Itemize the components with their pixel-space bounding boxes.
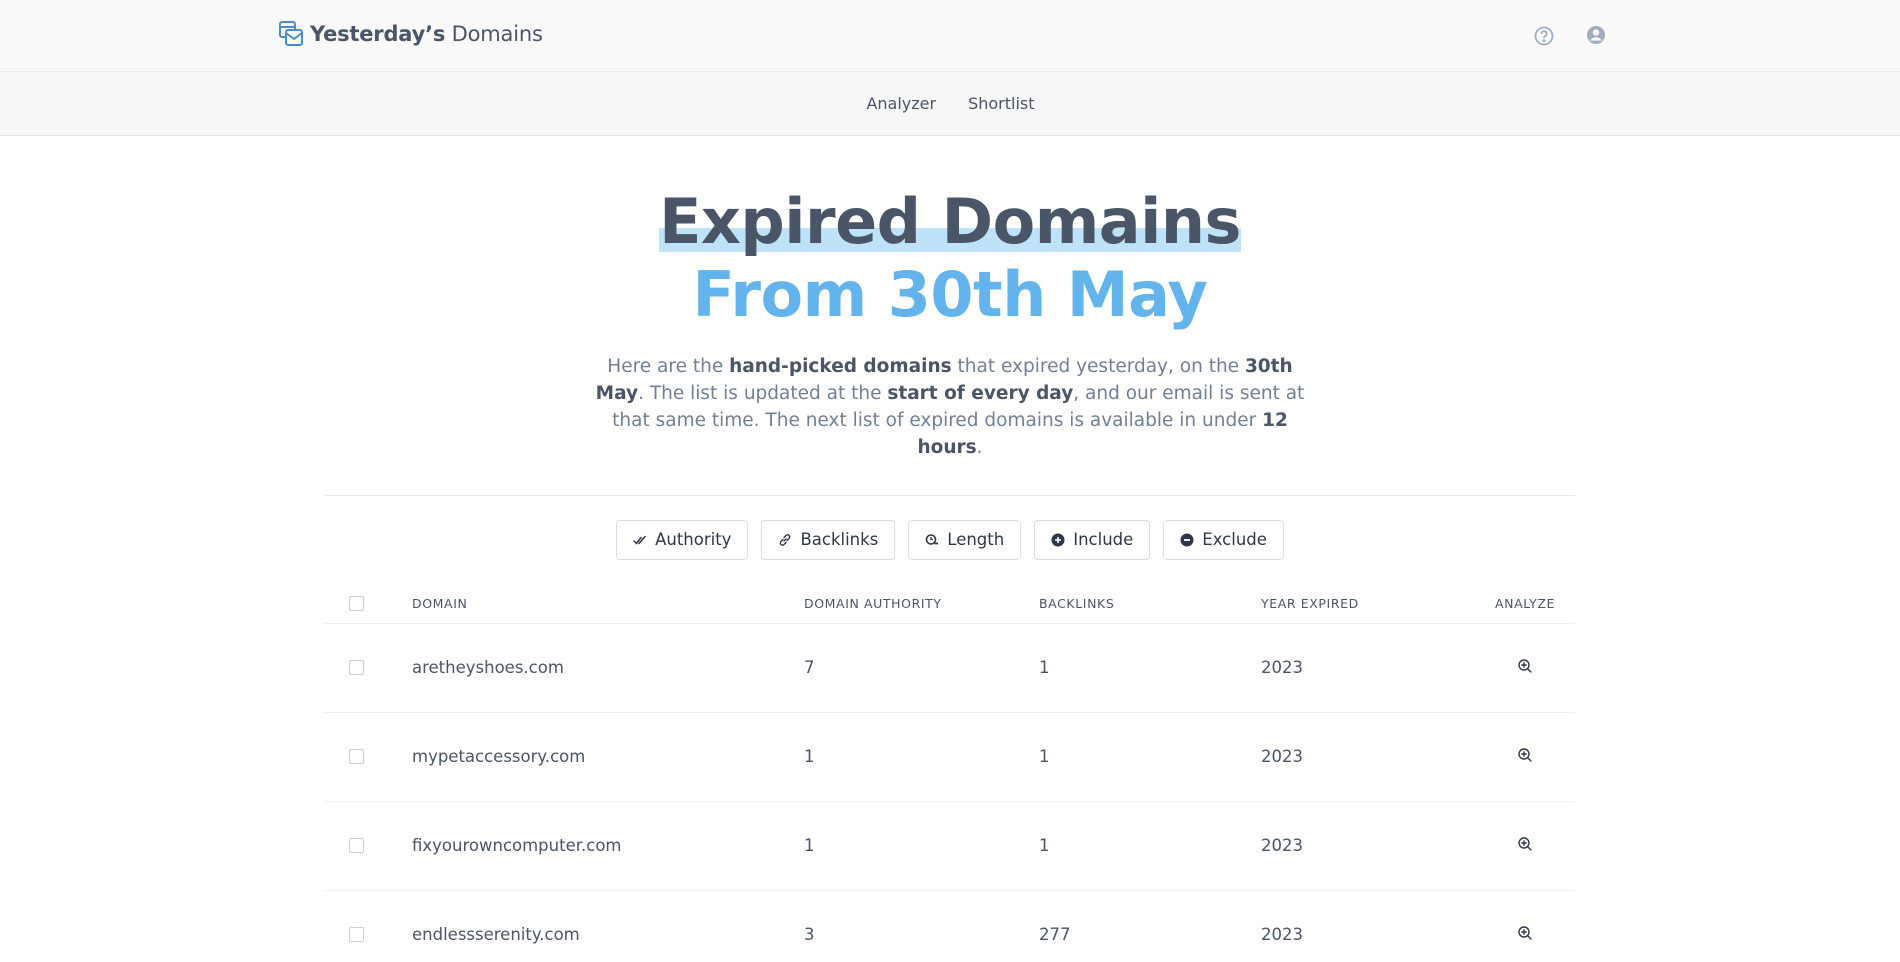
table-row: endlessserenity.com 3 277 2023 <box>325 891 1575 962</box>
column-header-authority[interactable]: DOMAIN AUTHORITY <box>804 596 1039 611</box>
brand-name-bold: Yesterday’s <box>310 22 446 46</box>
year-cell: 2023 <box>1261 658 1303 678</box>
zoom-in-icon[interactable] <box>1517 925 1533 941</box>
intro-text-5: . <box>976 436 983 458</box>
column-header-domain[interactable]: DOMAIN <box>412 596 804 611</box>
mail-logo-icon <box>279 21 303 46</box>
select-all-checkbox[interactable] <box>349 595 364 611</box>
filter-length-button[interactable]: Length <box>908 519 1022 560</box>
column-header-analyze: ANALYZE <box>1494 595 1556 611</box>
link-icon <box>780 533 791 546</box>
backlinks-cell: 1 <box>1039 658 1050 678</box>
row-checkbox[interactable] <box>349 660 364 676</box>
hero-section: Expired Domains From 30th May Here are t… <box>0 136 1900 461</box>
authority-cell: 3 <box>804 925 815 945</box>
intro-text-3: . The list is updated at the <box>638 382 888 404</box>
backlinks-cell: 1 <box>1039 747 1050 767</box>
help-icon[interactable] <box>1533 25 1555 47</box>
nav-shortlist-link[interactable]: Shortlist <box>968 94 1034 113</box>
table-header: DOMAIN DOMAIN AUTHORITY BACKLINKS YEAR E… <box>325 584 1575 624</box>
filter-backlinks-label: Backlinks <box>800 530 879 550</box>
header-checkbox-cell <box>325 595 412 611</box>
table-row: fixyourowncomputer.com 1 1 2023 <box>325 802 1575 891</box>
length-icon <box>925 533 939 545</box>
analyze-cell <box>1475 658 1575 678</box>
intro-text-2: that expired yesterday, on the <box>951 355 1245 377</box>
intro-paragraph: Here are the hand-picked domains that ex… <box>580 353 1320 461</box>
filter-exclude-button[interactable]: Exclude <box>1163 519 1284 560</box>
domain-cell: aretheyshoes.com <box>412 658 564 678</box>
title-wrapper: Expired Domains <box>659 186 1241 257</box>
analyze-cell <box>1475 925 1575 945</box>
intro-bold-1: hand-picked domains <box>729 355 952 377</box>
table-row: mypetaccessory.com 1 1 2023 <box>325 713 1575 802</box>
nav-analyzer-link[interactable]: Analyzer <box>866 94 936 113</box>
plus-circle-icon <box>1051 533 1065 547</box>
zoom-in-icon[interactable] <box>1517 836 1533 852</box>
authority-cell: 1 <box>804 836 815 856</box>
analyze-cell <box>1475 836 1575 856</box>
page-title: Expired Domains <box>659 185 1241 258</box>
row-checkbox-cell <box>325 927 412 943</box>
domains-table: DOMAIN DOMAIN AUTHORITY BACKLINKS YEAR E… <box>325 584 1575 962</box>
year-cell: 2023 <box>1261 925 1303 945</box>
row-checkbox[interactable] <box>349 838 364 854</box>
filter-exclude-label: Exclude <box>1202 530 1267 550</box>
filter-backlinks-button[interactable]: Backlinks <box>761 519 896 560</box>
column-header-year[interactable]: YEAR EXPIRED <box>1261 596 1475 611</box>
filter-authority-button[interactable]: Authority <box>616 519 749 560</box>
section-divider <box>325 494 1575 496</box>
brand-name: Yesterday’s Domains <box>310 22 543 46</box>
filter-include-label: Include <box>1073 530 1134 550</box>
filter-include-button[interactable]: Include <box>1034 519 1151 560</box>
table-row: aretheyshoes.com 7 1 2023 <box>325 624 1575 713</box>
top-bar: Yesterday’s Domains <box>0 0 1900 72</box>
domain-cell: mypetaccessory.com <box>412 747 586 767</box>
row-checkbox-cell <box>325 749 412 765</box>
page-subtitle: From 30th May <box>692 258 1208 332</box>
analyze-cell <box>1475 747 1575 767</box>
brand-logo[interactable]: Yesterday’s Domains <box>278 20 543 48</box>
sub-navigation: Analyzer Shortlist <box>0 72 1900 136</box>
row-checkbox-cell <box>325 660 412 676</box>
row-checkbox[interactable] <box>349 749 364 765</box>
user-icon[interactable] <box>1585 24 1607 46</box>
authority-cell: 1 <box>804 747 815 767</box>
filter-authority-label: Authority <box>655 530 732 550</box>
filter-bar: Authority Backlinks Length Include Exclu… <box>0 519 1900 560</box>
minus-circle-icon <box>1180 533 1194 547</box>
backlinks-cell: 277 <box>1039 925 1071 945</box>
filter-length-label: Length <box>947 530 1005 550</box>
authority-cell: 7 <box>804 658 815 678</box>
row-checkbox[interactable] <box>349 927 364 943</box>
double-check-icon <box>633 535 646 545</box>
zoom-in-icon[interactable] <box>1517 658 1533 674</box>
domain-cell: fixyourowncomputer.com <box>412 836 622 856</box>
domain-cell: endlessserenity.com <box>412 925 580 945</box>
intro-text-1: Here are the <box>607 355 730 377</box>
year-cell: 2023 <box>1261 747 1303 767</box>
column-header-backlinks[interactable]: BACKLINKS <box>1039 596 1261 611</box>
brand-name-rest: Domains <box>451 22 543 46</box>
backlinks-cell: 1 <box>1039 836 1050 856</box>
year-cell: 2023 <box>1261 836 1303 856</box>
zoom-in-icon[interactable] <box>1517 747 1533 763</box>
row-checkbox-cell <box>325 838 412 854</box>
intro-bold-3: start of every day <box>887 382 1074 404</box>
